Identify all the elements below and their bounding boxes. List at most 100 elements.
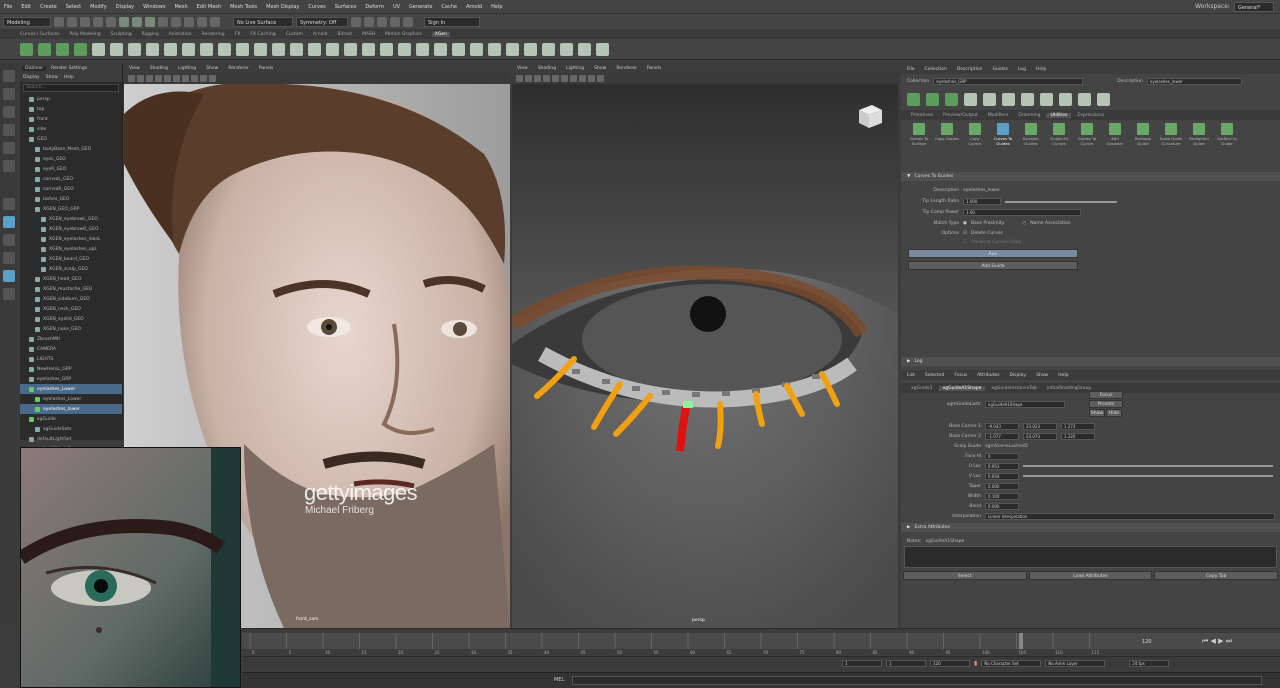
symmetry-dropdown[interactable]: Symmetry: Off bbox=[296, 16, 348, 27]
camera-icon[interactable] bbox=[128, 75, 135, 82]
viewport-menu-show[interactable]: Show bbox=[594, 66, 606, 71]
xgen-menu-collection[interactable]: Collection bbox=[925, 67, 947, 72]
shelf-tab-bifrost[interactable]: Bifrost bbox=[337, 32, 352, 37]
sculpt-guide-icon[interactable] bbox=[236, 42, 249, 56]
outliner-row[interactable]: persp bbox=[20, 94, 122, 104]
curves-to-guides-header[interactable]: ▼ Curves To Guides bbox=[901, 172, 1280, 181]
bc1-z[interactable]: 1.273 bbox=[1061, 422, 1095, 430]
rebuild-guide-icon[interactable] bbox=[182, 42, 195, 56]
description-dropdown[interactable]: eyelashes_lower bbox=[1146, 77, 1242, 85]
xgen-menu-description[interactable]: Description bbox=[957, 67, 983, 72]
xgen-tool-copy-curves[interactable]: Copy Curves bbox=[963, 123, 987, 146]
xgen-editor-icon[interactable] bbox=[20, 42, 33, 56]
xgen-tab-utilities[interactable]: Utilities bbox=[1046, 112, 1072, 118]
tip-comp-field[interactable]: 1.00 bbox=[963, 209, 1081, 216]
workspace-dropdown[interactable]: General* bbox=[1234, 1, 1274, 12]
menu-file[interactable]: File bbox=[4, 4, 12, 10]
outliner-menu-help[interactable]: Help bbox=[64, 75, 74, 80]
guide-convert-icon[interactable] bbox=[506, 42, 519, 56]
ae-tab-xgguideinstancetab[interactable]: xgGuideInstanceTab bbox=[987, 386, 1041, 391]
range-inner-start-field[interactable]: 1 bbox=[886, 659, 926, 667]
outliner-row[interactable]: corneaR_GEO bbox=[20, 184, 122, 194]
xgen-tab-expressions[interactable]: Expressions bbox=[1073, 113, 1108, 118]
textured-icon[interactable] bbox=[164, 75, 171, 82]
move-tool-icon[interactable] bbox=[3, 124, 15, 136]
layout-quad-icon[interactable] bbox=[3, 234, 15, 246]
xgen-menu-log[interactable]: Log bbox=[1018, 67, 1026, 72]
select-tool-icon[interactable] bbox=[3, 70, 15, 82]
perspective-viewport[interactable]: View Shading Lighting Show Renderer Panels bbox=[512, 64, 898, 628]
snap-point-icon[interactable] bbox=[184, 16, 194, 27]
outliner-row[interactable]: front bbox=[20, 114, 122, 124]
ae-menu-help[interactable]: Help bbox=[1058, 373, 1068, 378]
range-start-field[interactable]: 1 bbox=[842, 659, 882, 667]
delete-curves-checkbox[interactable]: ☑ bbox=[963, 231, 967, 236]
xgen-guide-icon[interactable] bbox=[1040, 92, 1053, 106]
xgen-preview-icon[interactable] bbox=[1097, 92, 1110, 106]
mode-dropdown[interactable]: Modeling bbox=[3, 16, 51, 27]
camera-icon[interactable] bbox=[516, 75, 523, 82]
outliner-row[interactable]: xgGuideSets bbox=[20, 424, 122, 434]
xgen-tab-primitives[interactable]: Primitives bbox=[907, 113, 937, 118]
select-guide-icon[interactable] bbox=[128, 42, 141, 56]
viewport-menu-panels[interactable]: Panels bbox=[259, 66, 273, 71]
load-attributes-button[interactable]: Load Attributes bbox=[1028, 571, 1153, 580]
xgen-tool-straighten-guide[interactable]: Straighten Guide bbox=[1187, 123, 1211, 146]
shelf-tab-mash[interactable]: MASH bbox=[362, 32, 375, 37]
outliner-row[interactable]: XGEN_mustache_GEO bbox=[20, 284, 122, 294]
ipr-render-icon[interactable] bbox=[364, 16, 374, 27]
time-slider[interactable]: 0 5 10 15 20 25 30 35 40 45 50 55 60 65 70 75 80 85 90 95 10… bbox=[242, 628, 1280, 656]
ae-menu-attributes[interactable]: Attributes bbox=[977, 373, 999, 378]
shape-field[interactable]: xgGuideA1Shape bbox=[985, 400, 1065, 408]
outliner-row[interactable]: eyelashes_GRP bbox=[20, 374, 122, 384]
bc2-y[interactable]: 23.073 bbox=[1023, 432, 1057, 440]
rotate-tool-icon[interactable] bbox=[3, 142, 15, 154]
viewport-menu-shading[interactable]: Shading bbox=[150, 66, 168, 71]
outliner-row[interactable]: XGEN_eyelid_GEO bbox=[20, 314, 122, 324]
xgen-tool-sculpt-all-curves[interactable]: Sculpt All Curves bbox=[1047, 123, 1071, 146]
menu-cache[interactable]: Cache bbox=[441, 4, 457, 10]
sign-in-button[interactable]: Sign In bbox=[424, 16, 480, 27]
current-frame-field[interactable]: 120 bbox=[1142, 639, 1152, 645]
xgen-create-icon[interactable] bbox=[907, 92, 920, 106]
create-description-icon[interactable] bbox=[38, 42, 51, 56]
outliner-row[interactable]: corneaL_GEO bbox=[20, 174, 122, 184]
save-scene-icon[interactable] bbox=[80, 16, 90, 27]
xgen-tool-reshape-guide[interactable]: Reshape Guide bbox=[1131, 123, 1155, 146]
guide-cut-icon[interactable] bbox=[308, 42, 321, 56]
guide-export-icon[interactable] bbox=[542, 42, 555, 56]
tab-outliner[interactable]: Outliner bbox=[22, 66, 47, 71]
shelf-tab-arnold[interactable]: Arnold bbox=[313, 32, 328, 37]
run-button[interactable]: Run bbox=[908, 249, 1078, 258]
character-set-dropdown[interactable]: No Character Set bbox=[981, 659, 1042, 667]
viewport-menu-renderer[interactable]: Renderer bbox=[616, 66, 637, 71]
current-time-marker[interactable] bbox=[1019, 633, 1023, 649]
menu-arnold[interactable]: Arnold bbox=[466, 4, 482, 10]
select-component-icon[interactable] bbox=[145, 16, 155, 27]
outliner-row[interactable]: NewHeroL_GRP bbox=[20, 364, 122, 374]
ae-menu-list[interactable]: List bbox=[907, 373, 915, 378]
guide-cache-icon[interactable] bbox=[524, 42, 537, 56]
xray-icon[interactable] bbox=[200, 75, 207, 82]
shelf-tab-xgen[interactable]: XGen bbox=[431, 31, 450, 37]
shelf-tab-motion-graphics[interactable]: Motion Graphics bbox=[385, 32, 422, 37]
lights-icon[interactable] bbox=[173, 75, 180, 82]
ae-menu-display[interactable]: Display bbox=[1009, 373, 1026, 378]
outliner-row[interactable]: XGEN_nose_GEO bbox=[20, 324, 122, 334]
command-input[interactable] bbox=[572, 676, 1262, 685]
guide-length-icon[interactable] bbox=[272, 42, 285, 56]
guide-render-icon[interactable] bbox=[578, 42, 591, 56]
create-interactive-groom-icon[interactable] bbox=[56, 42, 69, 56]
outliner-row[interactable]: top bbox=[20, 104, 122, 114]
guide-curl-icon[interactable] bbox=[362, 42, 375, 56]
match-opt2-radio[interactable]: ○ bbox=[1022, 221, 1026, 226]
live-surface-field[interactable]: No Live Surface bbox=[233, 16, 293, 27]
isolate-icon[interactable] bbox=[191, 75, 198, 82]
normalize-guide-icon[interactable] bbox=[200, 42, 213, 56]
snap-grid-icon[interactable] bbox=[158, 16, 168, 27]
menu-curves[interactable]: Curves bbox=[308, 4, 325, 10]
shelf-tab-rigging[interactable]: Rigging bbox=[142, 32, 159, 37]
menu-windows[interactable]: Windows bbox=[143, 4, 165, 10]
wireframe-icon[interactable] bbox=[146, 75, 153, 82]
snap-curve-icon[interactable] bbox=[171, 16, 181, 27]
